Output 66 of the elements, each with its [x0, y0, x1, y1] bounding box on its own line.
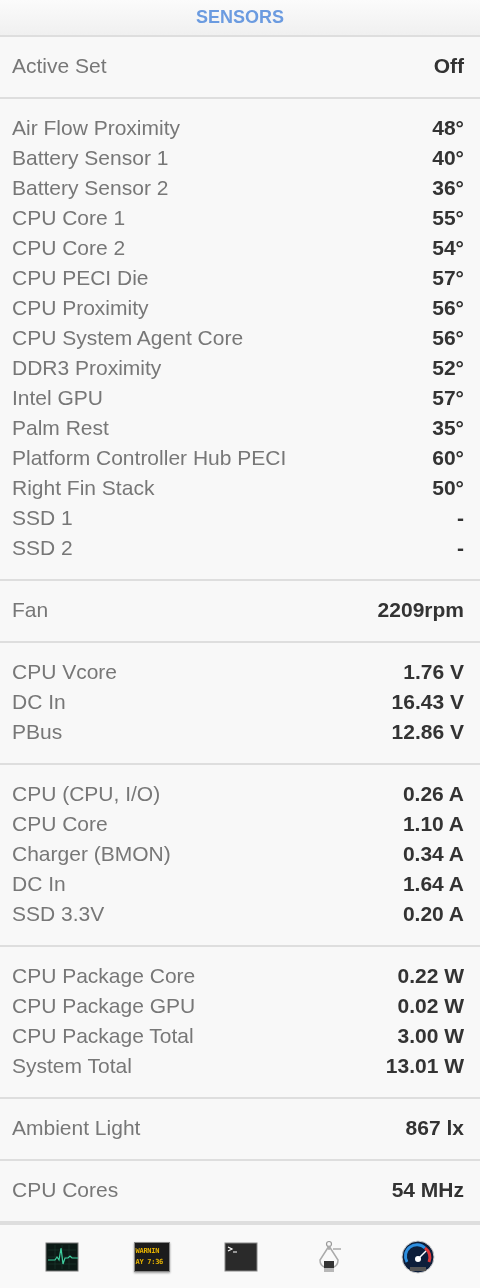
terminal-icon[interactable] — [223, 1239, 258, 1274]
sensor-value: 54° — [432, 236, 464, 261]
sensor-label: Battery Sensor 2 — [12, 176, 169, 201]
sensor-value: 36° — [432, 176, 464, 201]
sensor-label: Ambient Light — [12, 1116, 141, 1141]
sensor-value: 54 MHz — [391, 1178, 464, 1203]
sensor-label: Fan — [12, 598, 49, 623]
sensor-label: SSD 1 — [12, 506, 73, 531]
sensor-value: - — [457, 506, 464, 531]
sensor-value: 56° — [432, 326, 464, 351]
sensor-value: 16.43 V — [391, 690, 464, 715]
sensor-value: 50° — [432, 476, 464, 501]
sensor-value: 0.20 A — [402, 902, 464, 927]
sensor-label: CPU System Agent Core — [12, 326, 244, 351]
sensor-label: Palm Rest — [12, 416, 109, 441]
sensor-value: 60° — [432, 446, 464, 471]
sensor-label: System Total — [12, 1054, 132, 1079]
sensor-label: DC In — [12, 690, 66, 715]
header-title: SENSORS — [196, 7, 284, 29]
sensor-label: CPU Proximity — [12, 296, 149, 321]
sensor-value: 0.26 A — [402, 782, 464, 807]
sensor-label: CPU Cores — [12, 1178, 119, 1203]
sensor-value: 12.86 V — [391, 720, 464, 745]
sensor-label: CPU Core 1 — [12, 206, 126, 231]
sensor-value: 57° — [432, 386, 464, 411]
sensor-value: 35° — [432, 416, 464, 441]
sensor-value: 48° — [432, 116, 464, 141]
sensor-value: 1.64 A — [402, 872, 464, 897]
sensor-value: 52° — [432, 356, 464, 381]
sensor-label: Right Fin Stack — [12, 476, 155, 501]
sensor-label: Charger (BMON) — [12, 842, 171, 867]
sensor-value: 40° — [432, 146, 464, 171]
sensor-label: CPU Core — [12, 812, 108, 837]
sensor-value: 0.02 W — [397, 994, 464, 1019]
sensor-label: CPU Package GPU — [12, 994, 196, 1019]
sensor-label: DC In — [12, 872, 66, 897]
sensor-label: CPU Vcore — [12, 660, 118, 685]
sensor-value: Off — [433, 54, 464, 79]
sensor-value: 2209rpm — [377, 598, 464, 623]
sensor-label: Air Flow Proximity — [12, 116, 180, 141]
activity-monitor-icon[interactable] — [45, 1239, 80, 1274]
sensor-label: SSD 2 — [12, 536, 73, 561]
sensor-label: CPU Core 2 — [12, 236, 126, 261]
sensor-label: PBus — [12, 720, 63, 745]
sensor-label: CPU Package Total — [12, 1024, 194, 1049]
sensor-label: CPU (CPU, I/O) — [12, 782, 161, 807]
sensor-label: CPU PECI Die — [12, 266, 149, 291]
sensor-value: 56° — [432, 296, 464, 321]
speedometer-icon[interactable] — [400, 1239, 435, 1274]
sensor-value: 3.00 W — [397, 1024, 464, 1049]
sensor-label: Platform Controller Hub PECI — [12, 446, 287, 471]
sensor-label: SSD 3.3V — [12, 902, 105, 927]
sensor-value: 1.10 A — [402, 812, 464, 837]
sensor-value: 57° — [432, 266, 464, 291]
sensor-value: 13.01 W — [385, 1054, 464, 1079]
sensor-value: 0.34 A — [402, 842, 464, 867]
sensor-label: Active Set — [12, 54, 107, 79]
sensor-label: DDR3 Proximity — [12, 356, 162, 381]
sensor-value: 0.22 W — [397, 964, 464, 989]
sensor-value: - — [457, 536, 464, 561]
sensor-label: CPU Package Core — [12, 964, 196, 989]
sensor-value: 1.76 V — [403, 660, 464, 685]
sensor-value: 867 lx — [405, 1116, 464, 1141]
sensor-label: Intel GPU — [12, 386, 104, 411]
sensor-label: Battery Sensor 1 — [12, 146, 169, 171]
sensor-value: 55° — [432, 206, 464, 231]
